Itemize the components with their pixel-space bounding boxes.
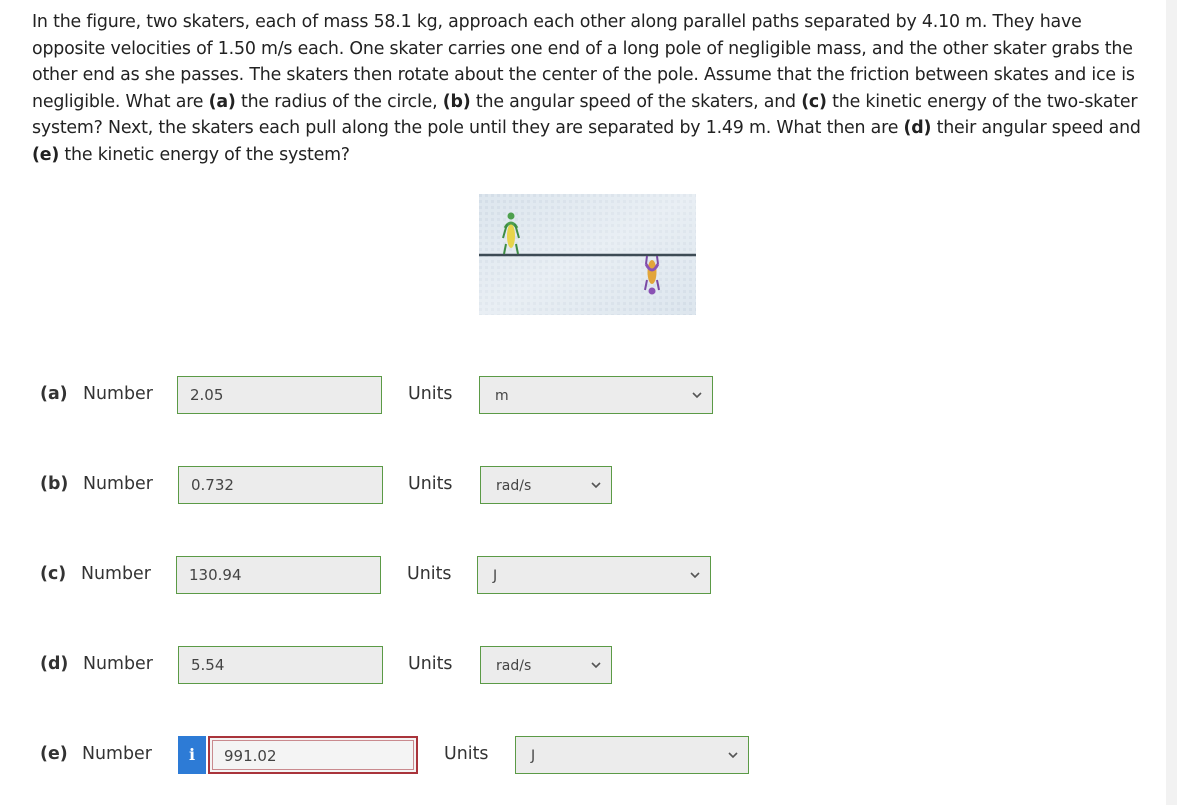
units-value: J: [493, 568, 498, 584]
units-label: Units: [408, 654, 453, 674]
question-segment: the radius of the circle,: [235, 91, 443, 112]
number-label: Number: [82, 744, 152, 764]
units-select-c[interactable]: J: [477, 556, 711, 594]
part-label: (c): [40, 564, 67, 584]
number-label: Number: [81, 564, 151, 584]
units-select-a[interactable]: m: [479, 376, 713, 414]
skaters-illustration: [479, 194, 696, 315]
question-part-marker: (d): [903, 118, 932, 139]
number-label: Number: [83, 654, 153, 674]
units-label: Units: [407, 564, 452, 584]
units-value: J: [531, 748, 536, 764]
question-part-marker: (e): [32, 144, 60, 165]
number-label: Number: [83, 384, 153, 404]
question-part-marker: (c): [801, 91, 827, 112]
number-input-c[interactable]: 130.94: [176, 556, 381, 594]
question-segment: their angular speed and: [931, 118, 1141, 139]
skaters-figure: [479, 194, 696, 315]
chevron-down-icon: [591, 662, 601, 669]
chevron-down-icon: [690, 572, 700, 579]
number-label: Number: [83, 474, 153, 494]
question-page: In the figure, two skaters, each of mass…: [0, 0, 1166, 805]
units-value: rad/s: [496, 658, 532, 674]
number-input-a[interactable]: 2.05: [177, 376, 382, 414]
units-select-d[interactable]: rad/s: [480, 646, 612, 684]
part-label: (e): [40, 744, 68, 764]
question-segment: the angular speed of the skaters, and: [470, 91, 802, 112]
question-part-marker: (b): [442, 91, 471, 112]
answer-row-c: (c) Number 130.94 Units J: [0, 556, 760, 596]
part-label: (a): [40, 384, 68, 404]
chevron-down-icon: [591, 482, 601, 489]
answer-row-b: (b) Number 0.732 Units rad/s: [0, 466, 760, 506]
info-icon[interactable]: i: [178, 736, 206, 774]
chevron-down-icon: [728, 752, 738, 759]
answer-row-e: (e) Number i 991.02 Units J: [0, 736, 760, 776]
question-text: In the figure, two skaters, each of mass…: [32, 9, 1157, 169]
number-input-b[interactable]: 0.732: [178, 466, 383, 504]
units-value: m: [495, 388, 509, 404]
units-label: Units: [444, 744, 489, 764]
units-value: rad/s: [496, 478, 532, 494]
question-segment: the kinetic energy of the system?: [59, 144, 350, 165]
question-part-marker: (a): [208, 91, 236, 112]
units-select-e[interactable]: J: [515, 736, 749, 774]
answer-row-d: (d) Number 5.54 Units rad/s: [0, 646, 760, 686]
answer-row-a: (a) Number 2.05 Units m: [0, 376, 760, 416]
part-label: (d): [40, 654, 69, 674]
chevron-down-icon: [692, 392, 702, 399]
units-select-b[interactable]: rad/s: [480, 466, 612, 504]
units-label: Units: [408, 474, 453, 494]
number-input-e[interactable]: 991.02: [208, 736, 418, 774]
part-label: (b): [40, 474, 69, 494]
units-label: Units: [408, 384, 453, 404]
number-input-d[interactable]: 5.54: [178, 646, 383, 684]
